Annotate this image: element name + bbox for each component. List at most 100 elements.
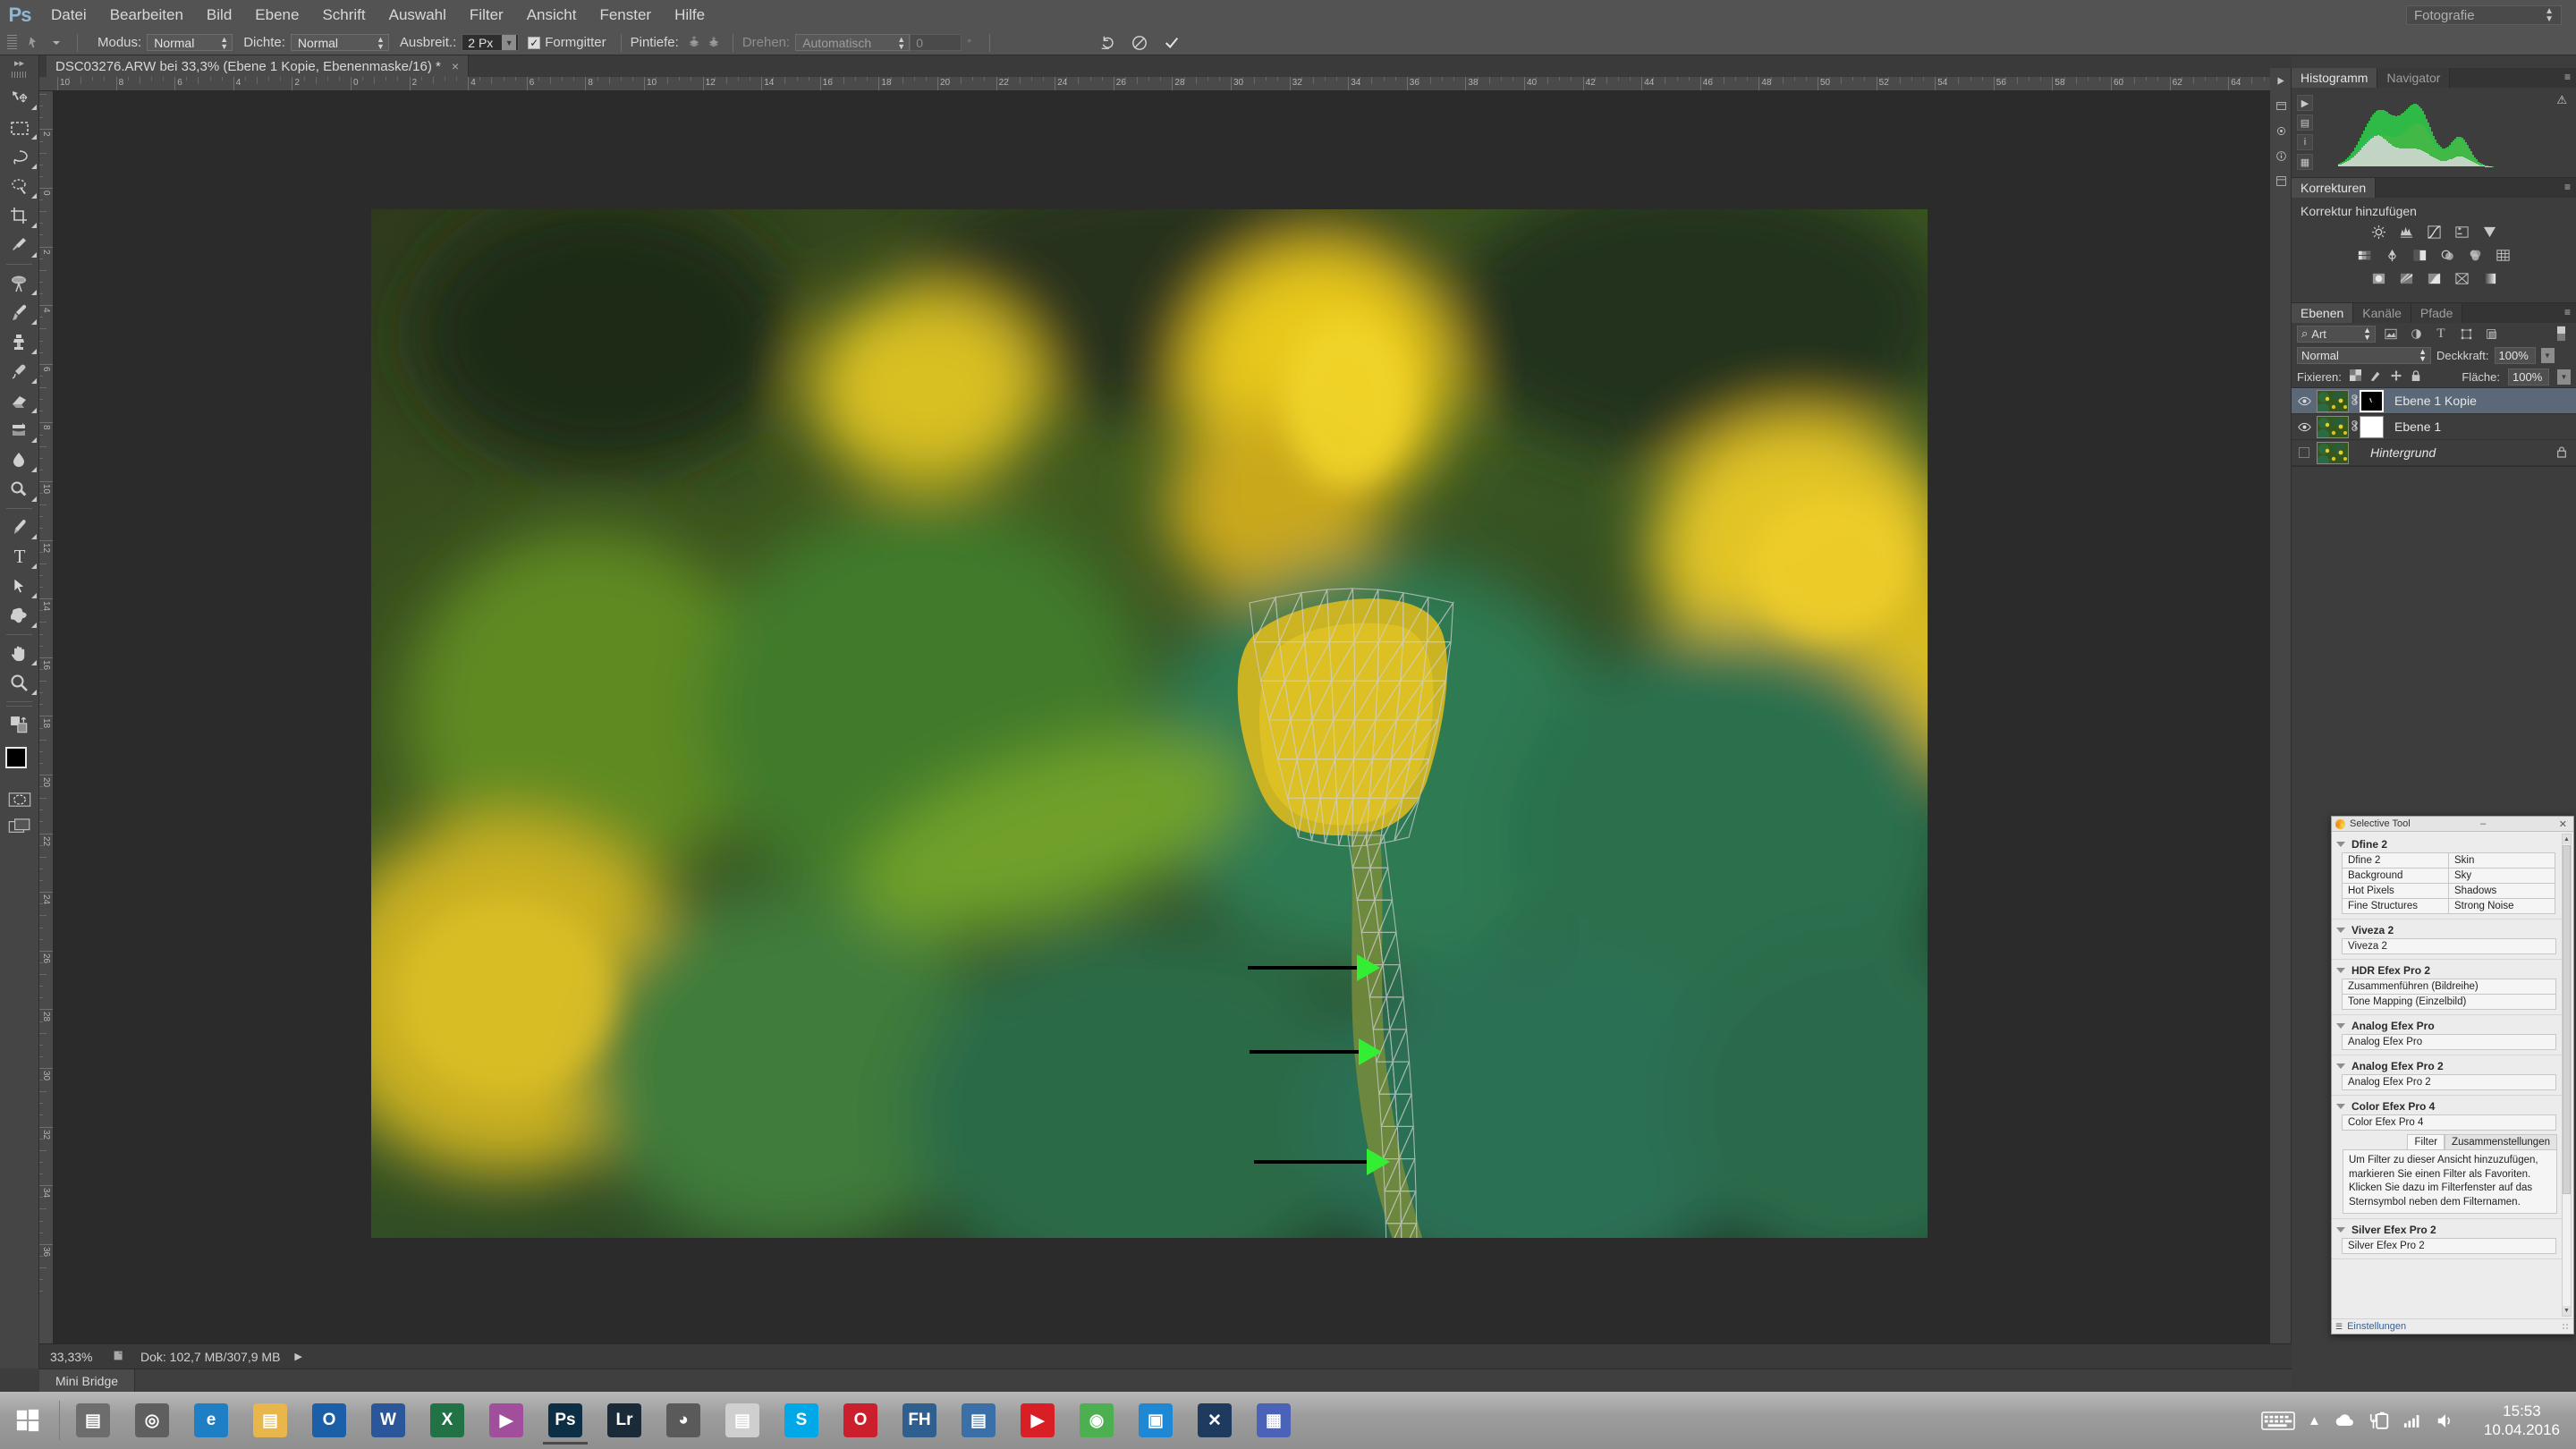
x-app-icon[interactable]: ✕ bbox=[1187, 1395, 1242, 1445]
screen-mode-button[interactable] bbox=[0, 813, 39, 840]
tool-preset-chevron-icon[interactable] bbox=[45, 31, 68, 55]
table-row[interactable]: Hintergrund bbox=[2292, 440, 2576, 466]
keyboard-icon[interactable] bbox=[2261, 1411, 2295, 1430]
filter-button[interactable]: Skin bbox=[2448, 852, 2555, 869]
move-tool-icon[interactable] bbox=[0, 83, 39, 113]
channel-mixer-icon[interactable] bbox=[2467, 247, 2485, 263]
black-white-icon[interactable] bbox=[2411, 247, 2429, 263]
exposure-icon[interactable] bbox=[2453, 224, 2470, 240]
tab-navigator[interactable]: Navigator bbox=[2377, 68, 2450, 88]
chevron-down-icon[interactable] bbox=[2336, 968, 2345, 973]
menu-schrift[interactable]: Schrift bbox=[310, 0, 377, 30]
scrollbar-thumb[interactable] bbox=[2563, 845, 2571, 1194]
menu-ansicht[interactable]: Ansicht bbox=[515, 0, 589, 30]
gradient-tool-icon[interactable] bbox=[0, 416, 39, 445]
posterize-icon[interactable] bbox=[2397, 270, 2415, 286]
layer-link-icon[interactable] bbox=[2349, 419, 2360, 435]
rotate-degrees-field[interactable]: 0 bbox=[910, 34, 962, 51]
workspace-selector[interactable]: Fotografie ▲▼ bbox=[2406, 5, 2562, 25]
opera-icon[interactable]: O bbox=[833, 1395, 888, 1445]
tab-pfade[interactable]: Pfade bbox=[2411, 303, 2463, 323]
histogram-info-icon[interactable]: i bbox=[2297, 134, 2313, 150]
layer-thumbnail[interactable] bbox=[2317, 442, 2349, 464]
invert-icon[interactable] bbox=[2369, 270, 2387, 286]
layer-mask-thumbnail[interactable] bbox=[2360, 416, 2384, 438]
panel-menu-icon[interactable]: ≡ bbox=[2564, 182, 2571, 192]
custom-shape-tool-icon[interactable] bbox=[0, 601, 39, 631]
selective-tool-titlebar[interactable]: Selective Tool – ✕ bbox=[2332, 817, 2573, 832]
filter-button[interactable]: Background bbox=[2342, 868, 2449, 884]
layer-name[interactable]: Hintergrund bbox=[2360, 445, 2436, 460]
horizontal-ruler[interactable]: 1086420246810121416182022242628303234363… bbox=[39, 77, 2292, 91]
history-brush-tool-icon[interactable] bbox=[0, 357, 39, 386]
raw-converter-icon[interactable]: ◕ bbox=[656, 1395, 711, 1445]
lock-all-icon[interactable] bbox=[2411, 369, 2421, 385]
cancel-transform-icon[interactable] bbox=[1130, 33, 1149, 53]
teams-icon[interactable]: ▦ bbox=[1246, 1395, 1301, 1445]
chevron-down-icon[interactable] bbox=[2336, 1063, 2345, 1069]
filehorse-icon[interactable]: FH bbox=[892, 1395, 947, 1445]
formgitter-tool-icon[interactable] bbox=[21, 31, 45, 55]
tab-filter[interactable]: Filter bbox=[2407, 1134, 2445, 1149]
section-header[interactable]: Analog Efex Pro 2 bbox=[2332, 1057, 2563, 1075]
filter-button[interactable]: Hot Pixels bbox=[2342, 883, 2449, 899]
filter-button[interactable]: Analog Efex Pro 2 bbox=[2342, 1074, 2556, 1090]
filter-button[interactable]: Color Efex Pro 4 bbox=[2342, 1114, 2556, 1131]
filter-button[interactable]: Shadows bbox=[2448, 883, 2555, 899]
scroll-down-icon[interactable]: ▼ bbox=[2563, 1306, 2571, 1316]
section-header[interactable]: Silver Efex Pro 2 bbox=[2332, 1221, 2563, 1239]
hue-saturation-icon[interactable] bbox=[2356, 247, 2374, 263]
filter-button[interactable]: Zusammenführen (Bildreihe) bbox=[2342, 979, 2556, 995]
cortana-search-icon[interactable]: ◎ bbox=[124, 1395, 180, 1445]
media-player-icon[interactable]: ▶ bbox=[479, 1395, 534, 1445]
layer-name[interactable]: Ebene 1 Kopie bbox=[2384, 394, 2477, 408]
swatches-dock-icon[interactable] bbox=[2270, 118, 2292, 143]
close-icon[interactable]: × bbox=[452, 59, 459, 73]
photo-filter-icon[interactable] bbox=[2439, 247, 2457, 263]
path-selection-tool-icon[interactable] bbox=[0, 572, 39, 601]
filter-button[interactable]: Strong Noise bbox=[2448, 898, 2555, 914]
chevron-down-icon[interactable] bbox=[2336, 1104, 2345, 1109]
options-bar-grip[interactable] bbox=[7, 35, 17, 51]
filter-shape-icon[interactable] bbox=[2456, 326, 2476, 343]
scroll-up-icon[interactable]: ▲ bbox=[2563, 835, 2571, 844]
histogram-channel-icon[interactable]: ▤ bbox=[2297, 114, 2313, 131]
menu-datei[interactable]: Datei bbox=[39, 0, 98, 30]
menu-fenster[interactable]: Fenster bbox=[588, 0, 663, 30]
color-swatches[interactable] bbox=[0, 745, 39, 786]
menu-ebene[interactable]: Ebene bbox=[243, 0, 310, 30]
chrome-icon[interactable]: ◉ bbox=[1069, 1395, 1124, 1445]
lightroom-icon[interactable]: Lr bbox=[597, 1395, 652, 1445]
tab-zusammenstellungen[interactable]: Zusammenstellungen bbox=[2445, 1134, 2557, 1149]
selective-color-icon[interactable] bbox=[2453, 270, 2470, 286]
menu-bild[interactable]: Bild bbox=[195, 0, 243, 30]
mode-select[interactable]: Normal ▲▼ bbox=[147, 34, 233, 51]
notepad-icon[interactable]: ▤ bbox=[715, 1395, 770, 1445]
history-dock-icon[interactable] bbox=[2270, 68, 2292, 93]
reset-transform-icon[interactable] bbox=[1097, 33, 1117, 53]
filter-smart-icon[interactable] bbox=[2481, 326, 2501, 343]
tab-kanaele[interactable]: Kanäle bbox=[2353, 303, 2411, 323]
commit-transform-icon[interactable] bbox=[1162, 33, 1182, 53]
pin-depth-up-icon[interactable] bbox=[684, 33, 704, 53]
tab-ebenen[interactable]: Ebenen bbox=[2292, 303, 2353, 323]
default-colors-icon[interactable] bbox=[0, 710, 39, 740]
layer-name[interactable]: Ebene 1 bbox=[2384, 419, 2441, 434]
selective-tool-window[interactable]: Selective Tool – ✕ Dfine 2Dfine 2SkinBac… bbox=[2331, 816, 2574, 1335]
settings-link[interactable]: Einstellungen bbox=[2347, 1321, 2406, 1332]
tab-histogramm[interactable]: Histogramm bbox=[2292, 68, 2377, 88]
opacity-chevron-down-icon[interactable]: ▼ bbox=[2541, 348, 2555, 363]
filter-on-off-toggle[interactable] bbox=[2551, 326, 2571, 343]
brush-tool-icon[interactable] bbox=[0, 298, 39, 327]
opacity-field[interactable]: 100% bbox=[2495, 347, 2536, 364]
table-row[interactable]: Ebene 1 Kopie bbox=[2292, 388, 2576, 414]
histogram-warning-icon[interactable]: ⚠ bbox=[2556, 93, 2567, 107]
menu-filter[interactable]: Filter bbox=[458, 0, 515, 30]
filter-button[interactable]: Tone Mapping (Einzelbild) bbox=[2342, 994, 2556, 1010]
pen-tool-icon[interactable] bbox=[0, 513, 39, 542]
blend-mode-select[interactable]: Normal ▲▼ bbox=[2297, 347, 2431, 364]
lasso-tool-icon[interactable] bbox=[0, 142, 39, 172]
word-icon[interactable]: W bbox=[360, 1395, 416, 1445]
layer-thumbnail[interactable] bbox=[2317, 416, 2349, 438]
panel-menu-icon[interactable]: ≡ bbox=[2564, 72, 2571, 82]
